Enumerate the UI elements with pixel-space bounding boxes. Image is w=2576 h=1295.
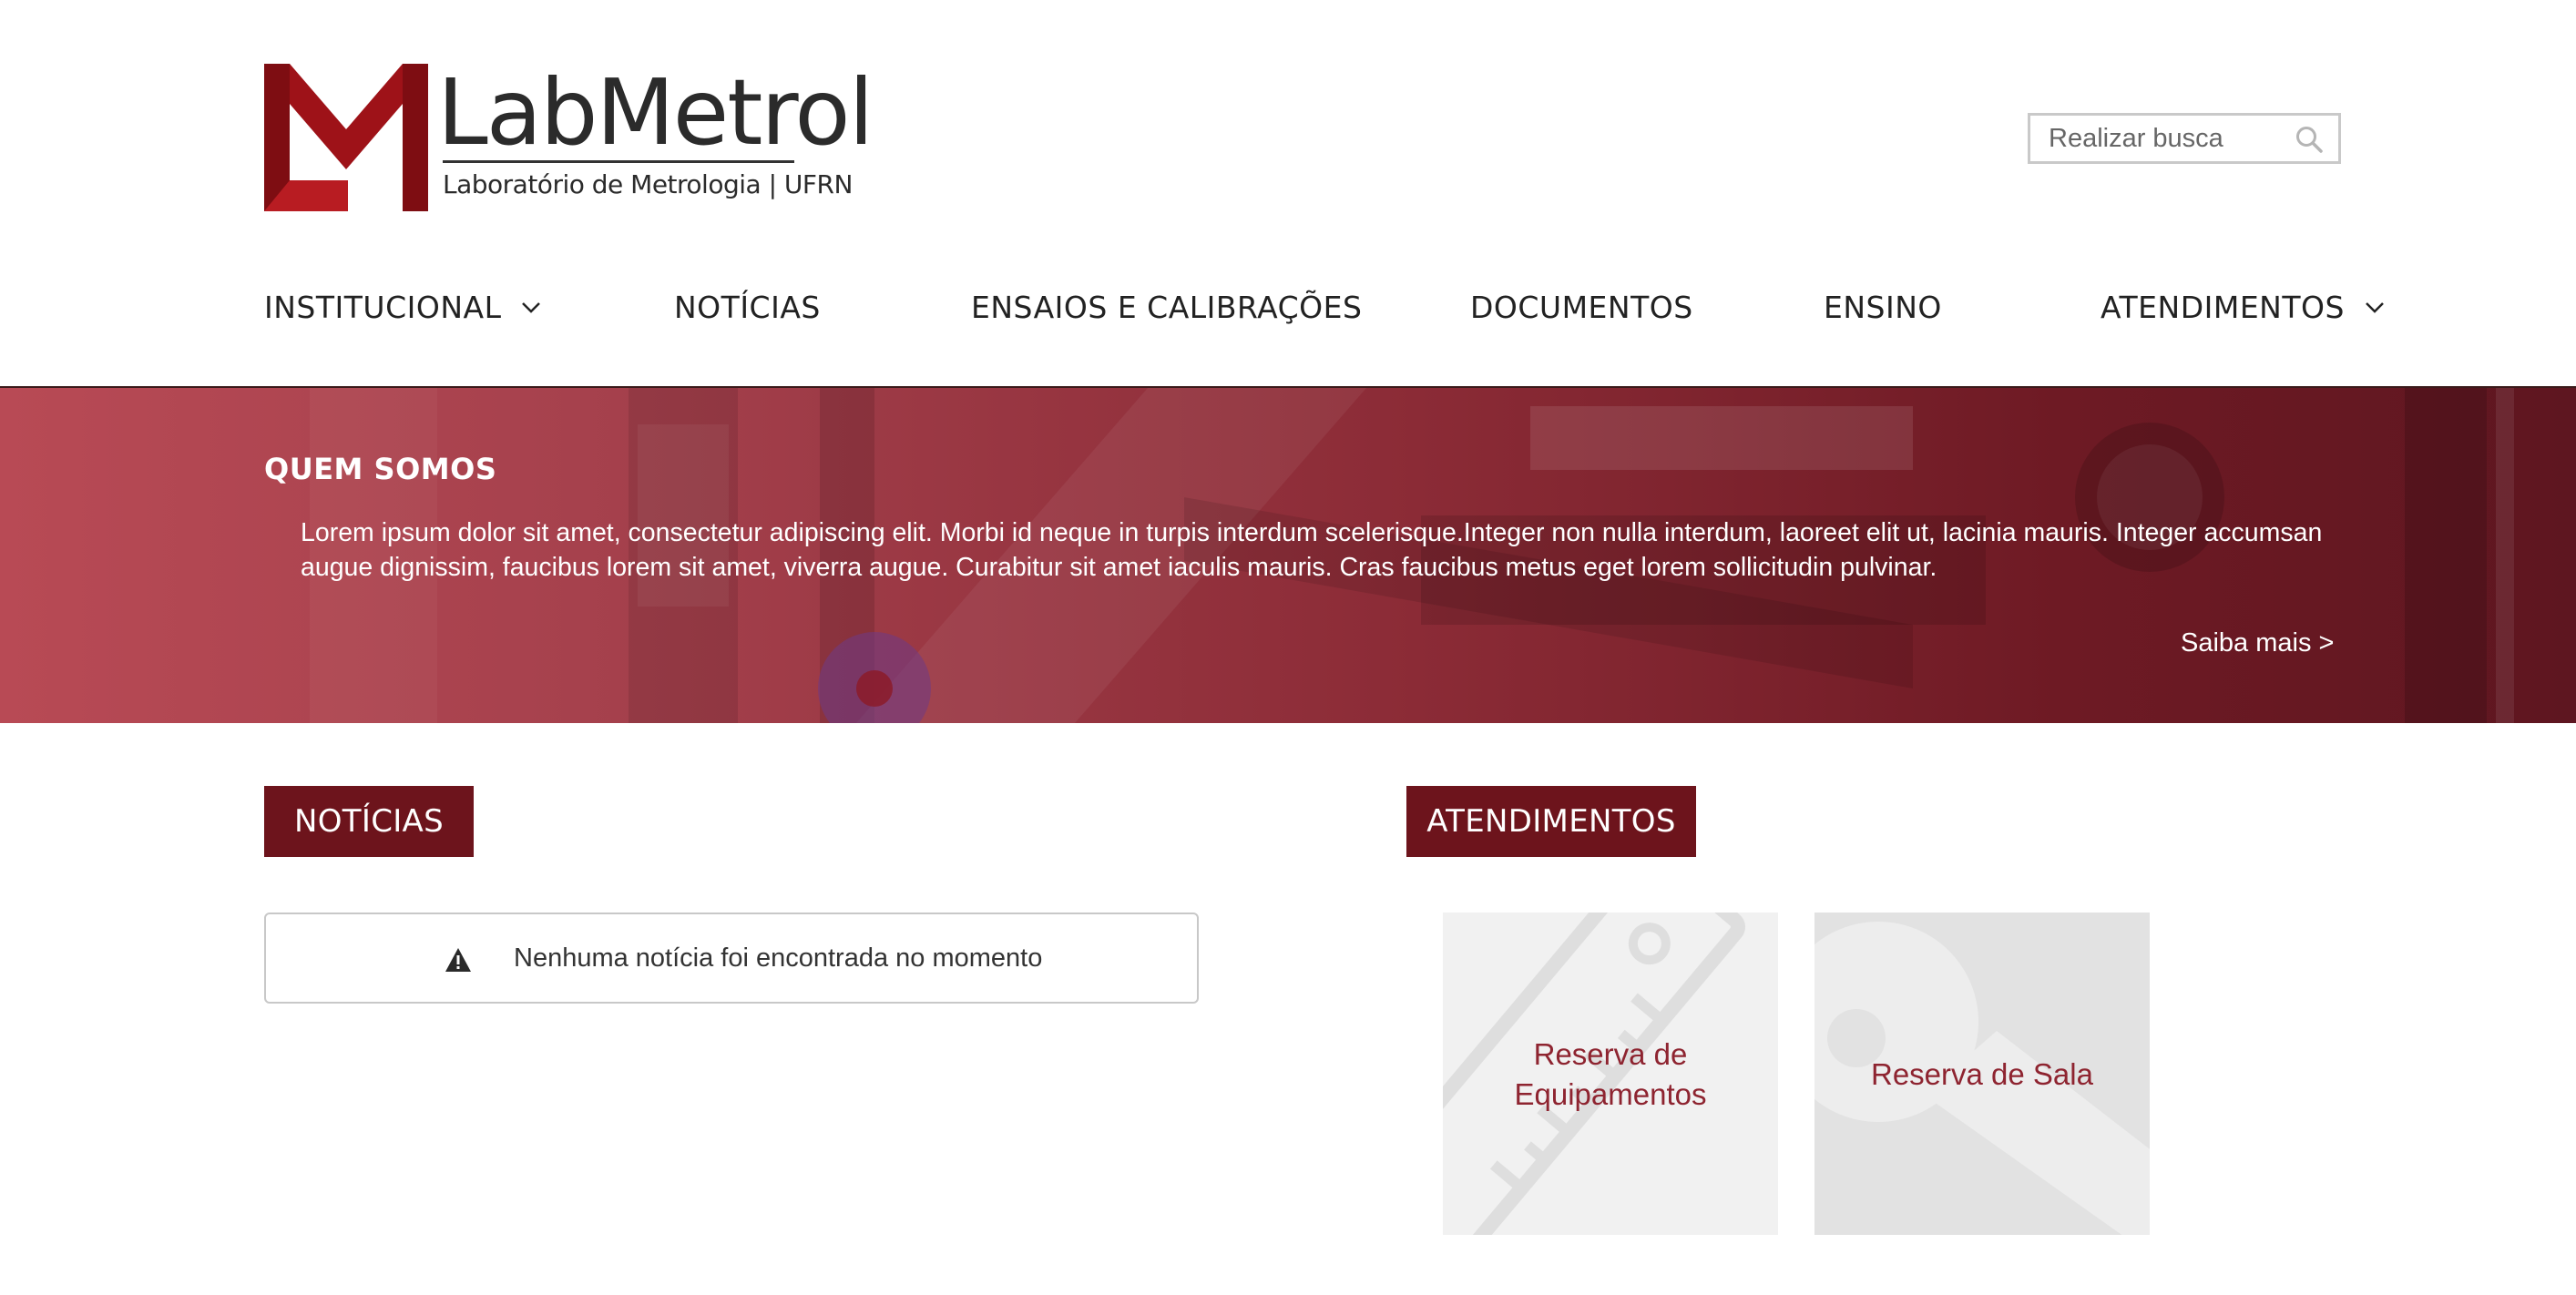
attendance-section-title: ATENDIMENTOS bbox=[1406, 786, 1696, 857]
nav-item-label: ENSAIOS E CALIBRAÇÕES bbox=[971, 290, 1363, 325]
card-label: Reserva de Sala bbox=[1871, 1057, 2093, 1091]
nav-item-ensino[interactable]: ENSINO bbox=[1824, 290, 1942, 325]
nav-item-label: NOTÍCIAS bbox=[674, 290, 821, 325]
nav-item-noticias[interactable]: NOTÍCIAS bbox=[674, 290, 821, 325]
news-empty-alert: Nenhuma notícia foi encontrada no moment… bbox=[264, 913, 1199, 1004]
hero-description: Lorem ipsum dolor sit amet, consectetur … bbox=[301, 518, 2323, 582]
news-empty-message: Nenhuma notícia foi encontrada no moment… bbox=[514, 943, 1043, 973]
nav-item-label: ATENDIMENTOS bbox=[2101, 290, 2345, 325]
logo-divider bbox=[443, 160, 794, 163]
hero-banner: QUEM SOMOS Lorem ipsum dolor sit amet, c… bbox=[0, 388, 2576, 723]
search-icon[interactable] bbox=[2295, 125, 2324, 154]
nav-item-documentos[interactable]: DOCUMENTOS bbox=[1470, 290, 1693, 325]
logo-title: LabMetrol bbox=[437, 59, 874, 166]
nav-item-ensaios-e-calibracoes[interactable]: ENSAIOS E CALIBRAÇÕES bbox=[971, 290, 1362, 325]
hero-title: QUEM SOMOS bbox=[264, 452, 497, 486]
reserva-equipamentos-card[interactable]: Reserva de Equipamentos bbox=[1443, 913, 1778, 1235]
saiba-mais-link[interactable]: Saiba mais > bbox=[2181, 628, 2334, 658]
news-section-title: NOTÍCIAS bbox=[264, 786, 474, 857]
search-box bbox=[2028, 113, 2341, 164]
nav-item-label: INSTITUCIONAL bbox=[264, 290, 502, 325]
nav-item-label: DOCUMENTOS bbox=[1470, 290, 1693, 325]
nav-item-institucional[interactable]: INSTITUCIONAL bbox=[264, 290, 541, 325]
search-input[interactable] bbox=[2030, 116, 2295, 161]
nav-item-atendimentos[interactable]: ATENDIMENTOS bbox=[2101, 290, 2385, 325]
warning-icon bbox=[445, 948, 471, 972]
reserva-sala-card[interactable]: Reserva de Sala bbox=[1814, 913, 2150, 1235]
chevron-down-icon bbox=[2366, 301, 2384, 313]
main-nav: INSTITUCIONAL NOTÍCIAS ENSAIOS E CALIBRA… bbox=[264, 273, 2384, 346]
logo-mark-icon bbox=[264, 64, 428, 211]
card-label: Reserva de Equipamentos bbox=[1514, 1037, 1707, 1111]
chevron-down-icon bbox=[522, 301, 541, 313]
logo-subtitle: Laboratório de Metrologia | UFRN bbox=[443, 169, 853, 199]
site-logo[interactable]: LabMetrol Laboratório de Metrologia | UF… bbox=[264, 64, 874, 214]
nav-item-label: ENSINO bbox=[1824, 290, 1942, 325]
